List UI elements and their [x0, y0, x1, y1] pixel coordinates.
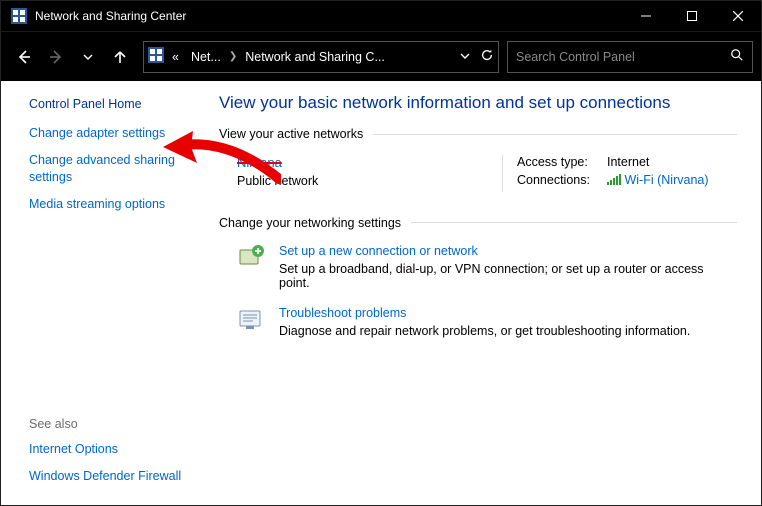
up-button[interactable] — [105, 42, 135, 72]
setup-connection-link[interactable]: Set up a new connection or network — [279, 244, 737, 258]
active-networks-header: View your active networks — [219, 127, 737, 141]
active-networks-label: View your active networks — [219, 127, 363, 141]
access-type-label: Access type: — [517, 155, 597, 169]
change-advanced-sharing-link[interactable]: Change advanced sharing settings — [29, 152, 197, 186]
search-icon[interactable] — [730, 48, 744, 65]
change-adapter-settings-link[interactable]: Change adapter settings — [29, 125, 197, 142]
internet-options-link[interactable]: Internet Options — [29, 441, 197, 458]
change-settings-header: Change your networking settings — [219, 216, 737, 230]
back-button[interactable] — [9, 42, 39, 72]
troubleshoot-item: Troubleshoot problems Diagnose and repai… — [237, 306, 737, 338]
troubleshoot-link[interactable]: Troubleshoot problems — [279, 306, 690, 320]
sidebar: Control Panel Home Change adapter settin… — [1, 81, 207, 505]
search-box[interactable] — [507, 41, 753, 73]
main-pane: View your basic network information and … — [207, 81, 761, 505]
breadcrumb-prefix: « — [168, 50, 183, 64]
search-input[interactable] — [516, 50, 730, 64]
network-type: Public network — [237, 174, 482, 188]
control-panel-home-link[interactable]: Control Panel Home — [29, 97, 197, 111]
window-title: Network and Sharing Center — [35, 9, 623, 23]
troubleshoot-desc: Diagnose and repair network problems, or… — [279, 324, 690, 338]
titlebar: Network and Sharing Center — [1, 1, 761, 31]
network-name[interactable]: Nirvana — [237, 155, 482, 170]
setup-connection-icon — [237, 244, 265, 272]
recent-dropdown[interactable] — [73, 42, 103, 72]
access-type-value: Internet — [607, 155, 649, 169]
window: Network and Sharing Center « Net... ❯ Ne… — [0, 0, 762, 506]
forward-button[interactable] — [41, 42, 71, 72]
nav-toolbar: « Net... ❯ Network and Sharing C... — [1, 31, 761, 81]
chevron-right-icon: ❯ — [229, 51, 237, 62]
maximize-button[interactable] — [669, 1, 715, 31]
active-network-row: Nirvana Public network Access type: Inte… — [237, 155, 737, 192]
setup-connection-item: Set up a new connection or network Set u… — [237, 244, 737, 290]
close-button[interactable] — [715, 1, 761, 31]
minimize-button[interactable] — [623, 1, 669, 31]
windows-defender-firewall-link[interactable]: Windows Defender Firewall — [29, 468, 197, 485]
app-icon — [11, 8, 27, 24]
address-bar[interactable]: « Net... ❯ Network and Sharing C... — [143, 41, 499, 73]
connections-label: Connections: — [517, 173, 597, 187]
setup-connection-desc: Set up a broadband, dial-up, or VPN conn… — [279, 262, 737, 290]
refresh-button[interactable] — [480, 48, 494, 65]
media-streaming-options-link[interactable]: Media streaming options — [29, 196, 197, 213]
troubleshoot-icon — [237, 306, 265, 334]
wifi-signal-icon — [607, 174, 621, 188]
page-heading: View your basic network information and … — [219, 93, 737, 113]
breadcrumb-2[interactable]: Network and Sharing C... — [241, 50, 389, 64]
change-settings-label: Change your networking settings — [219, 216, 401, 230]
content: Control Panel Home Change adapter settin… — [1, 81, 761, 505]
wifi-connection-link[interactable]: Wi-Fi (Nirvana) — [624, 173, 708, 187]
see-also-label: See also — [29, 417, 197, 431]
breadcrumb-1[interactable]: Net... — [187, 50, 225, 64]
address-dropdown[interactable] — [460, 50, 470, 64]
address-icon — [148, 47, 164, 66]
